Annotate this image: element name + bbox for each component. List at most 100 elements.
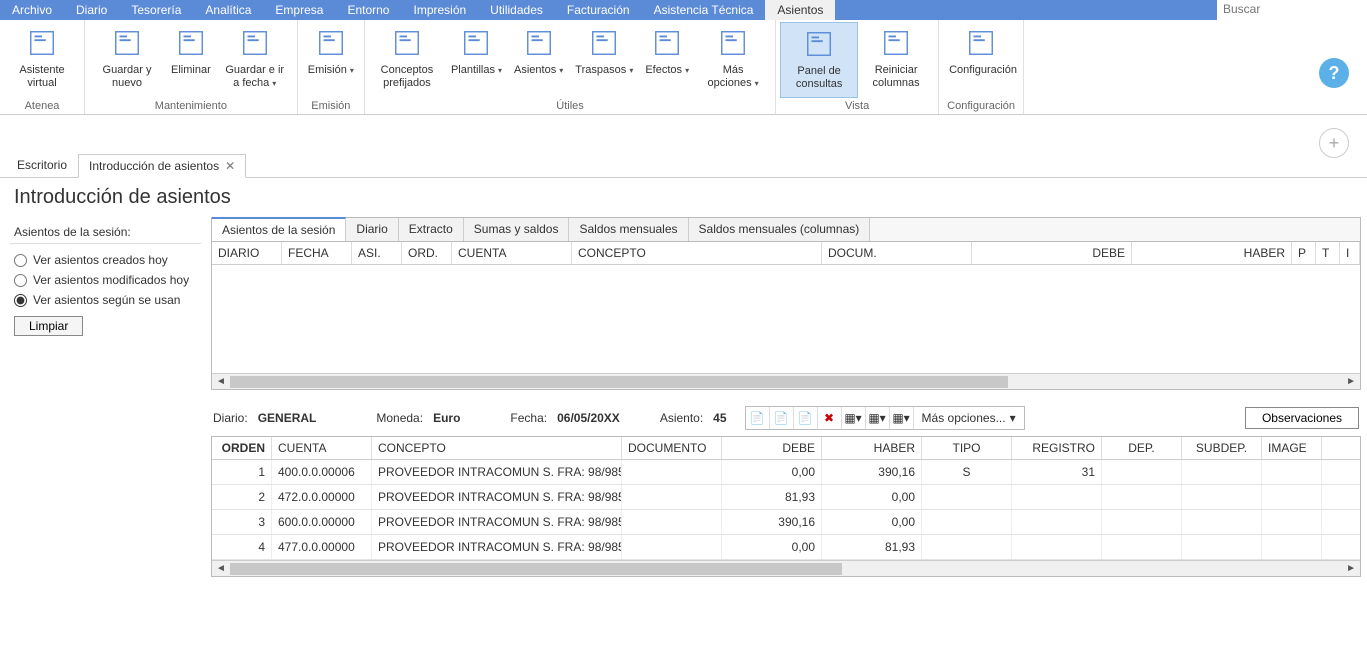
ribbon-más-opciones[interactable]: Más opciones ▾ bbox=[695, 22, 771, 98]
inner-tab-saldos-mensuales-(columnas)[interactable]: Saldos mensuales (columnas) bbox=[689, 218, 871, 241]
detail-col-tipo[interactable]: TIPO bbox=[922, 437, 1012, 459]
ribbon-icon bbox=[716, 26, 750, 60]
inner-tab-sumas-y-saldos[interactable]: Sumas y saldos bbox=[464, 218, 570, 241]
scroll-left-icon[interactable]: ◄ bbox=[212, 376, 230, 387]
menu-item-empresa[interactable]: Empresa bbox=[263, 0, 335, 20]
radio-input[interactable] bbox=[14, 294, 27, 307]
tool-btn-7[interactable]: ▦▾ bbox=[890, 407, 914, 429]
ribbon-asistente-virtual[interactable]: Asistente virtual bbox=[4, 22, 80, 98]
session-grid-header: DIARIOFECHAASI.ORD.CUENTACONCEPTODOCUM.D… bbox=[212, 242, 1360, 265]
detail-col-dep[interactable]: DEP. bbox=[1102, 437, 1182, 459]
ribbon-panel-de-consultas[interactable]: Panel de consultas bbox=[780, 22, 858, 98]
observaciones-button[interactable]: Observaciones bbox=[1245, 407, 1359, 429]
menu-item-impresión[interactable]: Impresión bbox=[401, 0, 478, 20]
ribbon-icon bbox=[238, 26, 272, 60]
ribbon-icon bbox=[110, 26, 144, 60]
ribbon-guardar-e-ir-a-fecha[interactable]: Guardar e ir a fecha ▾ bbox=[217, 22, 293, 98]
ribbon-asientos[interactable]: Asientos ▾ bbox=[508, 22, 569, 98]
col-p[interactable]: P bbox=[1292, 242, 1316, 264]
ribbon-reiniciar-columnas[interactable]: Reiniciar columnas bbox=[858, 22, 934, 98]
menu-item-diario[interactable]: Diario bbox=[64, 0, 119, 20]
close-icon[interactable]: ✕ bbox=[225, 159, 235, 173]
ribbon-efectos[interactable]: Efectos ▾ bbox=[639, 22, 695, 98]
help-icon[interactable]: ? bbox=[1319, 58, 1349, 88]
search-input[interactable] bbox=[1217, 0, 1367, 18]
radio-input[interactable] bbox=[14, 254, 27, 267]
ribbon-eliminar[interactable]: Eliminar bbox=[165, 22, 217, 98]
detail-row[interactable]: 1400.0.0.00006PROVEEDOR INTRACOMUN S. FR… bbox=[212, 460, 1360, 485]
menu-item-analítica[interactable]: Analítica bbox=[193, 0, 263, 20]
col-concepto[interactable]: CONCEPTO bbox=[572, 242, 822, 264]
detail-col-image[interactable]: IMAGE bbox=[1262, 437, 1322, 459]
inner-tab-diario[interactable]: Diario bbox=[346, 218, 398, 241]
menu-item-asientos[interactable]: Asientos bbox=[765, 0, 835, 20]
more-options-label: Más opciones... bbox=[922, 411, 1006, 425]
col-i[interactable]: I bbox=[1340, 242, 1360, 264]
ribbon-conceptos-prefijados[interactable]: Conceptos prefijados bbox=[369, 22, 445, 98]
menu-item-tesorería[interactable]: Tesorería bbox=[119, 0, 193, 20]
inner-tab-extracto[interactable]: Extracto bbox=[399, 218, 464, 241]
detail-grid-hscroll[interactable]: ◄ ► bbox=[212, 560, 1360, 576]
col-debe[interactable]: DEBE bbox=[972, 242, 1132, 264]
inner-tab-asientos-de-la-sesión[interactable]: Asientos de la sesión bbox=[212, 217, 346, 241]
add-tab-button[interactable]: + bbox=[1319, 128, 1349, 158]
detail-col-documento[interactable]: DOCUMENTO bbox=[622, 437, 722, 459]
detail-col-orden[interactable]: ORDEN bbox=[212, 437, 272, 459]
radio-label: Ver asientos creados hoy bbox=[33, 253, 168, 267]
menu-item-asistencia técnica[interactable]: Asistencia Técnica bbox=[642, 0, 766, 20]
ribbon-group-label: Atenea bbox=[25, 98, 60, 114]
menu-item-entorno[interactable]: Entorno bbox=[335, 0, 401, 20]
detail-row[interactable]: 3600.0.0.00000PROVEEDOR INTRACOMUN S. FR… bbox=[212, 510, 1360, 535]
ribbon-emisión[interactable]: Emisión ▾ bbox=[302, 22, 360, 98]
col-fecha[interactable]: FECHA bbox=[282, 242, 352, 264]
session-grid-body[interactable] bbox=[212, 265, 1360, 373]
col-haber[interactable]: HABER bbox=[1132, 242, 1292, 264]
detail-col-cuenta[interactable]: CUENTA bbox=[272, 437, 372, 459]
radio-option-2[interactable]: Ver asientos según se usan bbox=[10, 290, 201, 310]
tool-btn-1[interactable]: 📄 bbox=[746, 407, 770, 429]
menu-item-archivo[interactable]: Archivo bbox=[0, 0, 64, 20]
radio-input[interactable] bbox=[14, 274, 27, 287]
scroll-right-icon[interactable]: ► bbox=[1342, 376, 1360, 387]
ribbon-label: Conceptos prefijados bbox=[375, 64, 439, 89]
inner-tab-saldos-mensuales[interactable]: Saldos mensuales bbox=[569, 218, 688, 241]
col-ord.[interactable]: ORD. bbox=[402, 242, 452, 264]
tool-btn-2[interactable]: 📄 bbox=[770, 407, 794, 429]
tool-btn-6[interactable]: ▦▾ bbox=[866, 407, 890, 429]
scroll-left-icon[interactable]: ◄ bbox=[212, 563, 230, 574]
doc-tab-introducción-de-asientos[interactable]: Introducción de asientos✕ bbox=[78, 154, 246, 178]
ribbon-configuración[interactable]: Configuración bbox=[943, 22, 1019, 98]
radio-option-0[interactable]: Ver asientos creados hoy bbox=[10, 250, 201, 270]
cell-haber: 81,93 bbox=[822, 535, 922, 559]
detail-col-concepto[interactable]: CONCEPTO bbox=[372, 437, 622, 459]
tool-btn-delete[interactable]: ✖ bbox=[818, 407, 842, 429]
detail-toolbar: 📄 📄 📄 ✖ ▦▾ ▦▾ ▦▾ Más opciones... ▾ bbox=[745, 406, 1025, 430]
cell-image bbox=[1262, 460, 1322, 484]
ribbon-plantillas[interactable]: Plantillas ▾ bbox=[445, 22, 508, 98]
detail-row[interactable]: 4477.0.0.00000PROVEEDOR INTRACOMUN S. FR… bbox=[212, 535, 1360, 560]
detail-row[interactable]: 2472.0.0.00000PROVEEDOR INTRACOMUN S. FR… bbox=[212, 485, 1360, 510]
menu-item-facturación[interactable]: Facturación bbox=[555, 0, 642, 20]
col-asi.[interactable]: ASI. bbox=[352, 242, 402, 264]
radio-option-1[interactable]: Ver asientos modificados hoy bbox=[10, 270, 201, 290]
tool-btn-5[interactable]: ▦▾ bbox=[842, 407, 866, 429]
ribbon-traspasos[interactable]: Traspasos ▾ bbox=[569, 22, 639, 98]
col-cuenta[interactable]: CUENTA bbox=[452, 242, 572, 264]
detail-col-subdep[interactable]: SUBDEP. bbox=[1182, 437, 1262, 459]
detail-col-registro[interactable]: REGISTRO bbox=[1012, 437, 1102, 459]
ribbon-label: Eliminar bbox=[171, 64, 211, 77]
col-diario[interactable]: DIARIO bbox=[212, 242, 282, 264]
ribbon-guardar-y-nuevo[interactable]: Guardar y nuevo bbox=[89, 22, 165, 98]
doc-tab-escritorio[interactable]: Escritorio bbox=[6, 153, 78, 177]
detail-col-haber[interactable]: HABER bbox=[822, 437, 922, 459]
col-docum.[interactable]: DOCUM. bbox=[822, 242, 972, 264]
clear-button[interactable]: Limpiar bbox=[14, 316, 83, 336]
session-grid-hscroll[interactable]: ◄ ► bbox=[212, 373, 1360, 389]
cell-concepto: PROVEEDOR INTRACOMUN S. FRA: 98/985 bbox=[372, 485, 622, 509]
col-t[interactable]: T bbox=[1316, 242, 1340, 264]
detail-col-debe[interactable]: DEBE bbox=[722, 437, 822, 459]
menu-item-utilidades[interactable]: Utilidades bbox=[478, 0, 555, 20]
scroll-right-icon[interactable]: ► bbox=[1342, 563, 1360, 574]
more-options-button[interactable]: Más opciones... ▾ bbox=[914, 411, 1024, 425]
tool-btn-3[interactable]: 📄 bbox=[794, 407, 818, 429]
